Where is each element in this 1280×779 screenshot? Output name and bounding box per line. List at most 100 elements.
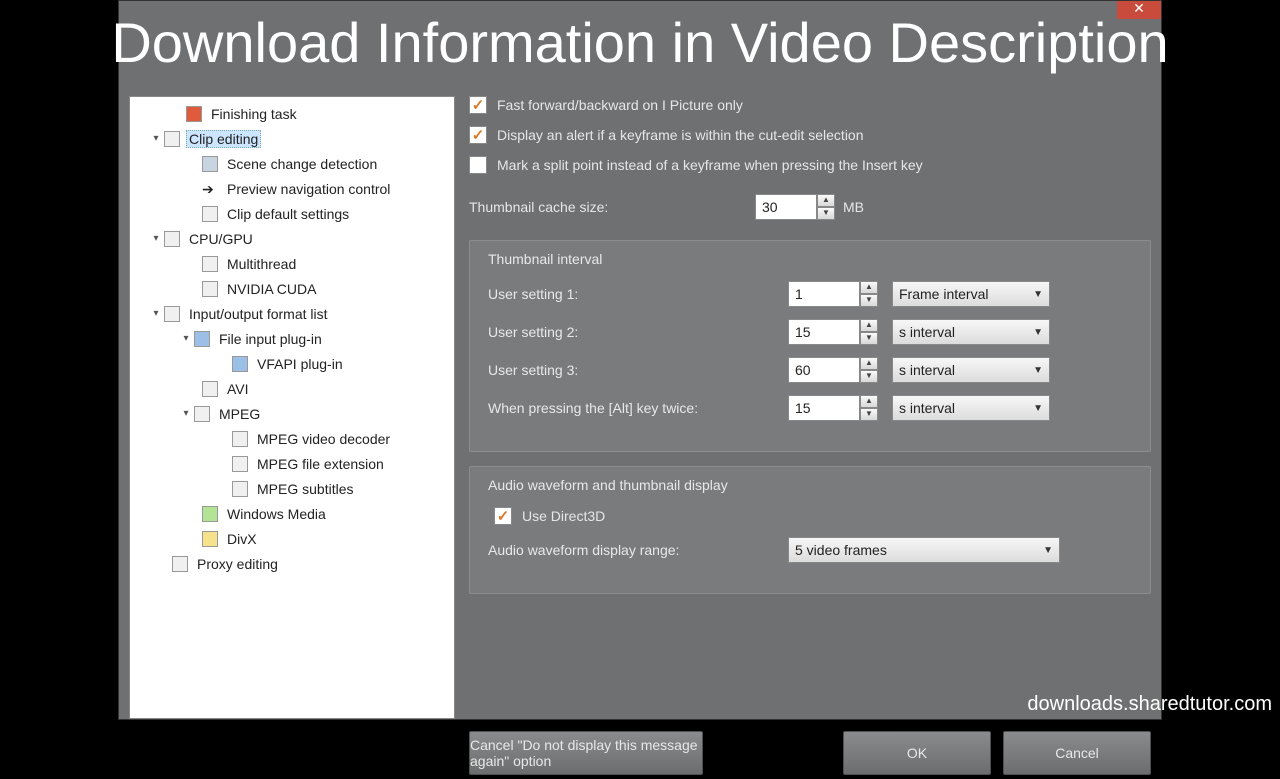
- expand-toggle-icon[interactable]: ▾: [180, 333, 192, 344]
- tree-node-icon: [172, 556, 188, 572]
- cache-input[interactable]: [755, 194, 817, 220]
- overlay-banner: Download Information in Video Descriptio…: [0, 10, 1280, 75]
- tree-item[interactable]: ▾ CPU/GPU: [130, 226, 454, 251]
- interval-input[interactable]: [788, 357, 860, 383]
- checkbox-icon[interactable]: [469, 156, 487, 174]
- combo-value: 5 video frames: [795, 542, 887, 558]
- spin-down-icon[interactable]: ▼: [860, 294, 878, 307]
- spin-up-icon[interactable]: ▲: [860, 395, 878, 408]
- cache-unit: MB: [843, 199, 864, 215]
- tree-item[interactable]: ▾Clip editing: [130, 126, 454, 151]
- expand-toggle-icon[interactable]: ▾: [180, 408, 192, 419]
- interval-unit-combo[interactable]: Frame interval ▼: [892, 281, 1050, 307]
- tree-item-label: CPU/GPU: [186, 230, 256, 248]
- cancel-message-button[interactable]: Cancel "Do not display this message agai…: [469, 731, 703, 775]
- setting-label: User setting 1:: [488, 286, 788, 302]
- expand-toggle-icon[interactable]: ▾: [150, 233, 162, 244]
- tree-item[interactable]: VFAPI plug-in: [130, 351, 454, 376]
- interval-input[interactable]: [788, 395, 860, 421]
- interval-unit-combo[interactable]: s interval▼: [892, 319, 1050, 345]
- combo-value: Frame interval: [899, 286, 988, 302]
- checkbox-icon[interactable]: ✓: [469, 126, 487, 144]
- check-split-point[interactable]: Mark a split point instead of a keyframe…: [469, 156, 1151, 174]
- cancel-button[interactable]: Cancel: [1003, 731, 1151, 775]
- tree-item-label: MPEG video decoder: [254, 430, 393, 448]
- tree-node-icon: [186, 106, 202, 122]
- tree-item-label: File input plug-in: [216, 330, 325, 348]
- group-thumbnail-interval: Thumbnail interval User setting 1:▲▼Fram…: [469, 240, 1151, 452]
- tree-item[interactable]: ▾ MPEG: [130, 401, 454, 426]
- interval-spinner[interactable]: ▲▼: [788, 357, 878, 383]
- tree-node-icon: [164, 231, 180, 247]
- tree-node-icon: [202, 156, 218, 172]
- tree-item[interactable]: ▾ File input plug-in: [130, 326, 454, 351]
- tree-item[interactable]: Windows Media: [130, 501, 454, 526]
- spin-up-icon[interactable]: ▲: [860, 319, 878, 332]
- spin-down-icon[interactable]: ▼: [860, 370, 878, 383]
- interval-spinner[interactable]: ▲▼: [788, 395, 878, 421]
- interval-input[interactable]: [788, 319, 860, 345]
- spin-up-icon[interactable]: ▲: [860, 281, 878, 294]
- interval-unit-combo[interactable]: s interval▼: [892, 357, 1050, 383]
- tree-item[interactable]: MPEG video decoder: [130, 426, 454, 451]
- interval-unit-combo[interactable]: s interval▼: [892, 395, 1050, 421]
- chevron-down-icon: ▼: [1033, 289, 1043, 300]
- tree-item-label: MPEG: [216, 405, 263, 423]
- tree-item-label: NVIDIA CUDA: [224, 280, 319, 298]
- expand-toggle-icon[interactable]: ▾: [150, 308, 162, 319]
- check-keyframe-alert[interactable]: ✓ Display an alert if a keyframe is with…: [469, 126, 1151, 144]
- tree-item-label: Scene change detection: [224, 155, 380, 173]
- check-fastforward[interactable]: ✓ Fast forward/backward on I Picture onl…: [469, 96, 1151, 114]
- combo-value: s interval: [899, 324, 955, 340]
- ok-button[interactable]: OK: [843, 731, 991, 775]
- check-label: Mark a split point instead of a keyframe…: [497, 157, 923, 173]
- group-title: Thumbnail interval: [488, 241, 1132, 281]
- cache-spinner[interactable]: ▲ ▼: [755, 194, 835, 220]
- checkbox-icon[interactable]: ✓: [494, 507, 512, 525]
- check-direct3d[interactable]: ✓ Use Direct3D: [494, 507, 1132, 525]
- tree-item[interactable]: NVIDIA CUDA: [130, 276, 454, 301]
- spin-up-icon[interactable]: ▲: [817, 194, 835, 207]
- watermark-url: downloads.sharedtutor.com: [1027, 693, 1272, 716]
- tree-item-label: AVI: [224, 380, 252, 398]
- tree-item[interactable]: Scene change detection: [130, 151, 454, 176]
- interval-setting-row: When pressing the [Alt] key twice:▲▼s in…: [488, 395, 1132, 421]
- interval-input[interactable]: [788, 281, 860, 307]
- spin-up-icon[interactable]: ▲: [860, 357, 878, 370]
- tree-node-icon: [202, 281, 218, 297]
- combo-value: s interval: [899, 400, 955, 416]
- combo-value: s interval: [899, 362, 955, 378]
- tree-node-icon: [202, 256, 218, 272]
- check-label: Fast forward/backward on I Picture only: [497, 97, 743, 113]
- range-combo[interactable]: 5 video frames ▼: [788, 537, 1060, 563]
- tree-item[interactable]: Finishing task: [130, 101, 454, 126]
- setting-label: User setting 3:: [488, 362, 788, 378]
- tree-item[interactable]: Clip default settings: [130, 201, 454, 226]
- category-tree[interactable]: Finishing task▾Clip editing Scene change …: [129, 96, 455, 719]
- spin-down-icon[interactable]: ▼: [860, 332, 878, 345]
- tree-item[interactable]: Proxy editing: [130, 551, 454, 576]
- spin-down-icon[interactable]: ▼: [860, 408, 878, 421]
- tree-item[interactable]: DivX: [130, 526, 454, 551]
- settings-panel: ✓ Fast forward/backward on I Picture onl…: [469, 96, 1151, 719]
- tree-item[interactable]: AVI: [130, 376, 454, 401]
- tree-item[interactable]: Multithread: [130, 251, 454, 276]
- tree-node-icon: [232, 456, 248, 472]
- interval-spinner[interactable]: ▲▼: [788, 319, 878, 345]
- audio-range-row: Audio waveform display range: 5 video fr…: [488, 537, 1132, 563]
- tree-node-icon: [232, 481, 248, 497]
- spin-down-icon[interactable]: ▼: [817, 207, 835, 220]
- checkbox-icon[interactable]: ✓: [469, 96, 487, 114]
- expand-toggle-icon[interactable]: ▾: [150, 133, 162, 144]
- tree-item-label: Input/output format list: [186, 305, 331, 323]
- tree-item[interactable]: MPEG file extension: [130, 451, 454, 476]
- tree-item-label: Multithread: [224, 255, 299, 273]
- tree-item-label: DivX: [224, 530, 260, 548]
- dialog-body: Finishing task▾Clip editing Scene change …: [129, 96, 1151, 719]
- tree-node-icon: [194, 331, 210, 347]
- tree-item[interactable]: ➔Preview navigation control: [130, 176, 454, 201]
- thumbnail-cache-row: Thumbnail cache size: ▲ ▼ MB: [469, 194, 1151, 220]
- interval-spinner[interactable]: ▲▼: [788, 281, 878, 307]
- tree-item[interactable]: MPEG subtitles: [130, 476, 454, 501]
- tree-item[interactable]: ▾ Input/output format list: [130, 301, 454, 326]
